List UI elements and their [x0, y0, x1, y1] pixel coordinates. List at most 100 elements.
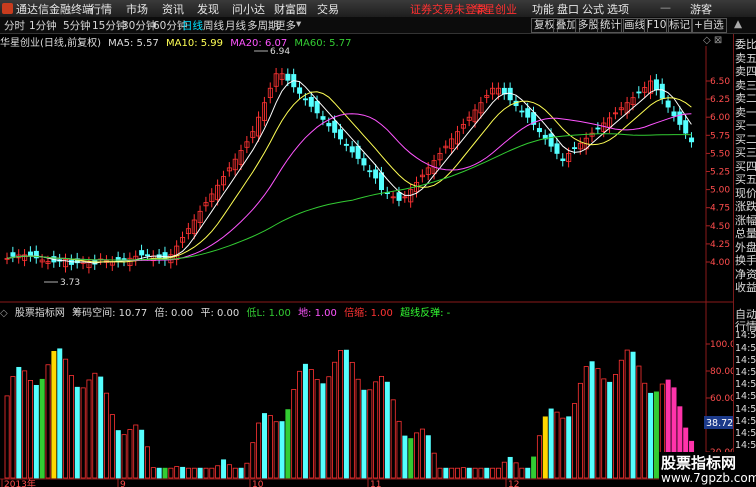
- period-weekly[interactable]: 周线: [203, 18, 224, 33]
- menu-caifuquan[interactable]: 财富圈: [274, 1, 307, 17]
- indicator-bar: [472, 467, 478, 479]
- period-multi[interactable]: 多周期: [247, 18, 279, 33]
- low-price-label: 3.73: [60, 278, 80, 288]
- price-axis-label: 5.25: [710, 168, 730, 178]
- more-chevron-icon[interactable]: ▾: [296, 18, 301, 30]
- period-1min[interactable]: 1分钟: [29, 18, 57, 33]
- indicator-bar: [378, 375, 384, 479]
- candle-body: [595, 127, 601, 130]
- indicator-bar: [630, 351, 636, 479]
- menu-jiaoyi[interactable]: 交易: [317, 1, 339, 17]
- scroll-arrow-icon[interactable]: ▲: [734, 18, 742, 30]
- candle-body: [314, 101, 320, 114]
- menu-hangqing[interactable]: 行情: [90, 1, 112, 17]
- indicator-bar: [320, 383, 326, 479]
- period-toolbar: 分时 1分钟 5分钟 15分钟 30分钟 60分钟 日线 周线 月线 多周期 更…: [0, 17, 756, 34]
- period-daily[interactable]: 日线: [182, 18, 203, 33]
- high-price-label: 6.94: [270, 47, 290, 57]
- watermark-url: www.7gpzb.com: [661, 471, 756, 485]
- indicator-bar: [531, 456, 537, 479]
- ping-label: 平: 0.00: [200, 308, 240, 319]
- period-more[interactable]: 更多: [275, 18, 296, 33]
- candle-body: [665, 100, 671, 108]
- candle-body: [548, 133, 554, 147]
- high-price-annotation: 6.94: [254, 47, 290, 57]
- indicator-bar: [215, 465, 221, 479]
- menu-zixun[interactable]: 资讯: [162, 1, 184, 17]
- date-axis-label: 9: [120, 480, 126, 487]
- candle-body: [636, 91, 642, 94]
- indicator-bar: [238, 467, 244, 479]
- candle-body: [554, 143, 560, 154]
- candle-body: [572, 147, 578, 150]
- indicator-bar: [98, 376, 104, 479]
- period-30min[interactable]: 30分钟: [122, 18, 156, 33]
- indicator-bar: [51, 351, 57, 479]
- indicator-bar: [425, 435, 431, 479]
- indicator-bar: [174, 466, 180, 479]
- biaoji-button[interactable]: 标记: [666, 18, 693, 33]
- indicator-bar: [536, 435, 542, 479]
- di-label: 地: 1.00: [298, 308, 337, 319]
- indicator-bar: [390, 399, 396, 479]
- candle-body: [285, 73, 291, 81]
- indicator-axis-label: 60.00: [710, 394, 733, 404]
- low-label: 低L: 1.00: [246, 308, 291, 319]
- price-axis-label: 6.25: [710, 95, 730, 105]
- indicator-bar: [74, 386, 80, 479]
- settings-icon[interactable]: ◇ ⊠: [703, 35, 722, 46]
- minimize-icon[interactable]: —: [660, 1, 671, 14]
- date-axis-label: 11: [370, 480, 381, 487]
- indicator-bar: [384, 381, 390, 479]
- indicator-bar: [314, 379, 320, 479]
- quote-time-label: 14:56: [735, 428, 756, 439]
- menu-shichang[interactable]: 市场: [126, 1, 148, 17]
- beishu-label: 倍缩: 1.00: [344, 308, 393, 319]
- indicator-bar: [22, 370, 28, 479]
- indicator-axis-label: 80.00: [710, 367, 733, 377]
- indicator-bar: [607, 381, 613, 479]
- indicator-bar: [361, 389, 367, 479]
- guest-label[interactable]: 游客: [690, 1, 712, 17]
- candle-body: [378, 172, 384, 191]
- indicator-bar: [203, 467, 209, 479]
- broker-name: 华星创业: [473, 3, 517, 16]
- ma5-line: [6, 80, 692, 264]
- watermark-title: 股票指标网: [661, 454, 737, 472]
- price-axis-label: 5.50: [710, 149, 730, 159]
- indicator-name[interactable]: 股票指标网: [15, 308, 65, 319]
- bei-label: 倍: 0.00: [154, 308, 194, 319]
- indicator-bar: [583, 366, 589, 479]
- candle-body: [536, 128, 542, 133]
- indicator-bar: [577, 382, 583, 479]
- indicator-bar: [139, 429, 145, 479]
- candle-body: [332, 120, 338, 133]
- period-monthly[interactable]: 月线: [225, 18, 246, 33]
- indicator-bar: [168, 467, 174, 479]
- quote-field-label: 收益: [735, 281, 756, 294]
- candle-body: [302, 98, 308, 101]
- price-axis-label: 4.00: [710, 258, 730, 268]
- indicator-bar: [636, 365, 642, 479]
- price-axis-label: 4.75: [710, 204, 730, 214]
- menu-wenxiaoda[interactable]: 问小达: [232, 1, 265, 17]
- menu-gongneng[interactable]: 功能: [532, 1, 554, 17]
- menu-faxian[interactable]: 发现: [197, 1, 219, 17]
- candle-body: [373, 169, 379, 179]
- price-axis-label: 6.50: [710, 77, 730, 87]
- menu-gongshi[interactable]: 公式: [582, 1, 604, 17]
- indicator-bar: [57, 348, 63, 479]
- tongji-button[interactable]: 统计: [597, 18, 624, 33]
- indicator-bar: [519, 467, 525, 479]
- candle-body: [525, 108, 531, 118]
- menu-xuanxiang[interactable]: 选项: [607, 1, 629, 17]
- indicator-bar: [27, 380, 33, 479]
- period-5min[interactable]: 5分钟: [63, 18, 91, 33]
- indicator-bar: [261, 413, 267, 479]
- period-fenshi[interactable]: 分时: [4, 18, 25, 33]
- title-bar: 通达信金融终端 行情 市场 资讯 发现 问小达 财富圈 交易 证券交易未登录 华…: [0, 0, 756, 18]
- indicator-bar: [86, 379, 92, 479]
- indicator-settings-icon[interactable]: ◇: [0, 308, 8, 319]
- add-watchlist-button[interactable]: +自选: [691, 18, 727, 33]
- menu-pankou[interactable]: 盘口: [557, 1, 579, 17]
